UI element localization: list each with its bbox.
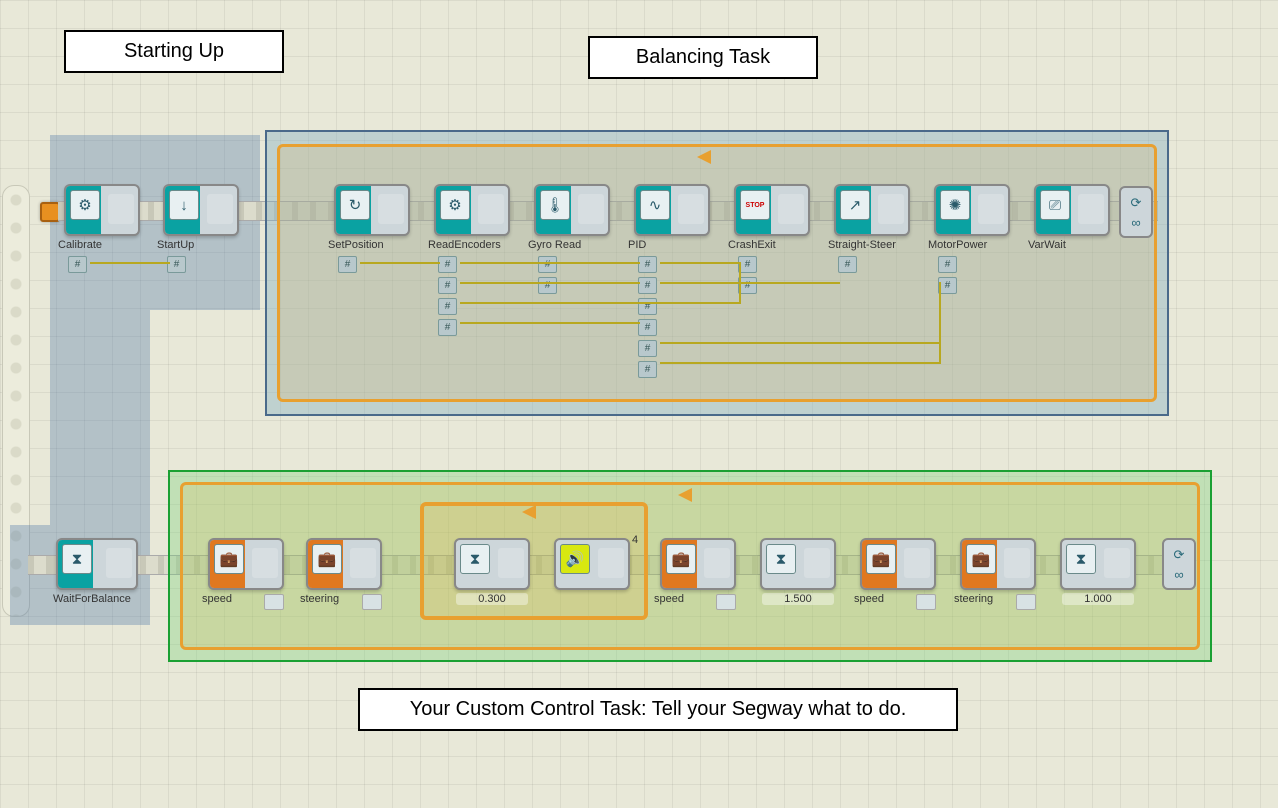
data-port[interactable] — [938, 256, 957, 273]
loop-end-control[interactable]: ⟳ ∞ — [1162, 538, 1196, 590]
hourglass-icon: ⧗ — [62, 544, 92, 574]
sequence-beam — [2, 185, 30, 617]
datatype-tag — [916, 594, 936, 610]
data-port[interactable] — [638, 277, 657, 294]
data-port[interactable] — [438, 277, 457, 294]
block-straightsteer[interactable]: ↗ Straight-Steer — [836, 184, 908, 251]
motor-icon: ✺ — [940, 190, 970, 220]
data-port[interactable] — [638, 298, 657, 315]
loop-arrow-icon — [678, 488, 692, 502]
wave-icon: ∿ — [640, 190, 670, 220]
block-wait2[interactable]: ⧗ 1.500 — [762, 538, 834, 605]
datatype-tag — [1016, 594, 1036, 610]
infinity-icon: ∞ — [1131, 215, 1140, 230]
data-port[interactable] — [638, 256, 657, 273]
data-port[interactable] — [538, 277, 557, 294]
wait-icon: ⎚ — [1040, 190, 1070, 220]
data-port[interactable] — [438, 298, 457, 315]
label-custom-task: Your Custom Control Task: Tell your Segw… — [358, 688, 958, 731]
data-port[interactable] — [68, 256, 87, 273]
cycle-icon: ⟳ — [1174, 547, 1185, 563]
block-varwait[interactable]: ⎚ VarWait — [1036, 184, 1108, 251]
timer-icon: ⧗ — [1066, 544, 1096, 574]
data-port[interactable] — [438, 256, 457, 273]
block-motorpower[interactable]: ✺ MotorPower — [936, 184, 1008, 251]
gear-icon: ⚙ — [440, 190, 470, 220]
suitcase-icon: 💼 — [666, 544, 696, 574]
suitcase-icon: 💼 — [966, 544, 996, 574]
block-startup[interactable]: ↓ StartUp — [165, 184, 237, 251]
infinity-icon: ∞ — [1174, 567, 1183, 582]
steer-icon: ↗ — [840, 190, 870, 220]
download-icon: ↓ — [169, 190, 199, 220]
data-port[interactable] — [838, 256, 857, 273]
cycle-icon: ⟳ — [1131, 195, 1142, 211]
label-balancing-task: Balancing Task — [588, 36, 818, 79]
block-calibrate[interactable]: ⚙ Calibrate — [66, 184, 138, 251]
data-port[interactable] — [538, 256, 557, 273]
label-starting-up: Starting Up — [64, 30, 284, 73]
rotate-icon: ↻ — [340, 190, 370, 220]
block-wait3[interactable]: ⧗ 1.000 — [1062, 538, 1134, 605]
data-port[interactable] — [338, 256, 357, 273]
loop-balancing[interactable]: ⟳ ∞ — [265, 130, 1169, 416]
loop-arrow-icon — [697, 150, 711, 164]
timer-icon: ⧗ — [460, 544, 490, 574]
block-speed3[interactable]: 💼 speed — [862, 538, 934, 605]
sound-icon: 🔊 — [560, 544, 590, 574]
loop-count-value: 4 — [632, 534, 638, 546]
datatype-tag — [362, 594, 382, 610]
block-speed1[interactable]: 💼 speed — [210, 538, 282, 605]
stop-icon: STOP — [740, 190, 770, 220]
block-steering1[interactable]: 💼 steering — [308, 538, 380, 605]
calibrate-icon: ⚙ — [70, 190, 100, 220]
data-port[interactable] — [638, 361, 657, 378]
thermometer-icon: 🌡 — [540, 190, 570, 220]
block-steering2[interactable]: 💼 steering — [962, 538, 1034, 605]
block-wait1[interactable]: ⧗ 0.300 — [456, 538, 528, 605]
block-waitforbalance[interactable]: ⧗ WaitForBalance — [58, 538, 136, 605]
block-gyroread[interactable]: 🌡 Gyro Read — [536, 184, 608, 251]
block-speed2[interactable]: 💼 speed — [662, 538, 734, 605]
block-crashexit[interactable]: STOP CrashExit — [736, 184, 808, 251]
suitcase-icon: 💼 — [866, 544, 896, 574]
timer-icon: ⧗ — [766, 544, 796, 574]
loop-end-balancing[interactable]: ⟳ ∞ — [1119, 186, 1153, 238]
block-sound[interactable]: 🔊 — [556, 538, 628, 590]
data-port[interactable] — [438, 319, 457, 336]
datatype-tag — [716, 594, 736, 610]
suitcase-icon: 💼 — [214, 544, 244, 574]
data-port[interactable] — [638, 319, 657, 336]
loop-arrow-icon — [522, 505, 536, 519]
start-node-top[interactable] — [40, 202, 60, 222]
data-port[interactable] — [638, 340, 657, 357]
selection-highlight — [50, 310, 150, 525]
block-pid[interactable]: ∿ PID — [636, 184, 708, 251]
datatype-tag — [264, 594, 284, 610]
block-readencoders[interactable]: ⚙ ReadEncoders — [436, 184, 508, 251]
data-port[interactable] — [167, 256, 186, 273]
suitcase-icon: 💼 — [312, 544, 342, 574]
block-setposition[interactable]: ↻ SetPosition — [336, 184, 408, 251]
